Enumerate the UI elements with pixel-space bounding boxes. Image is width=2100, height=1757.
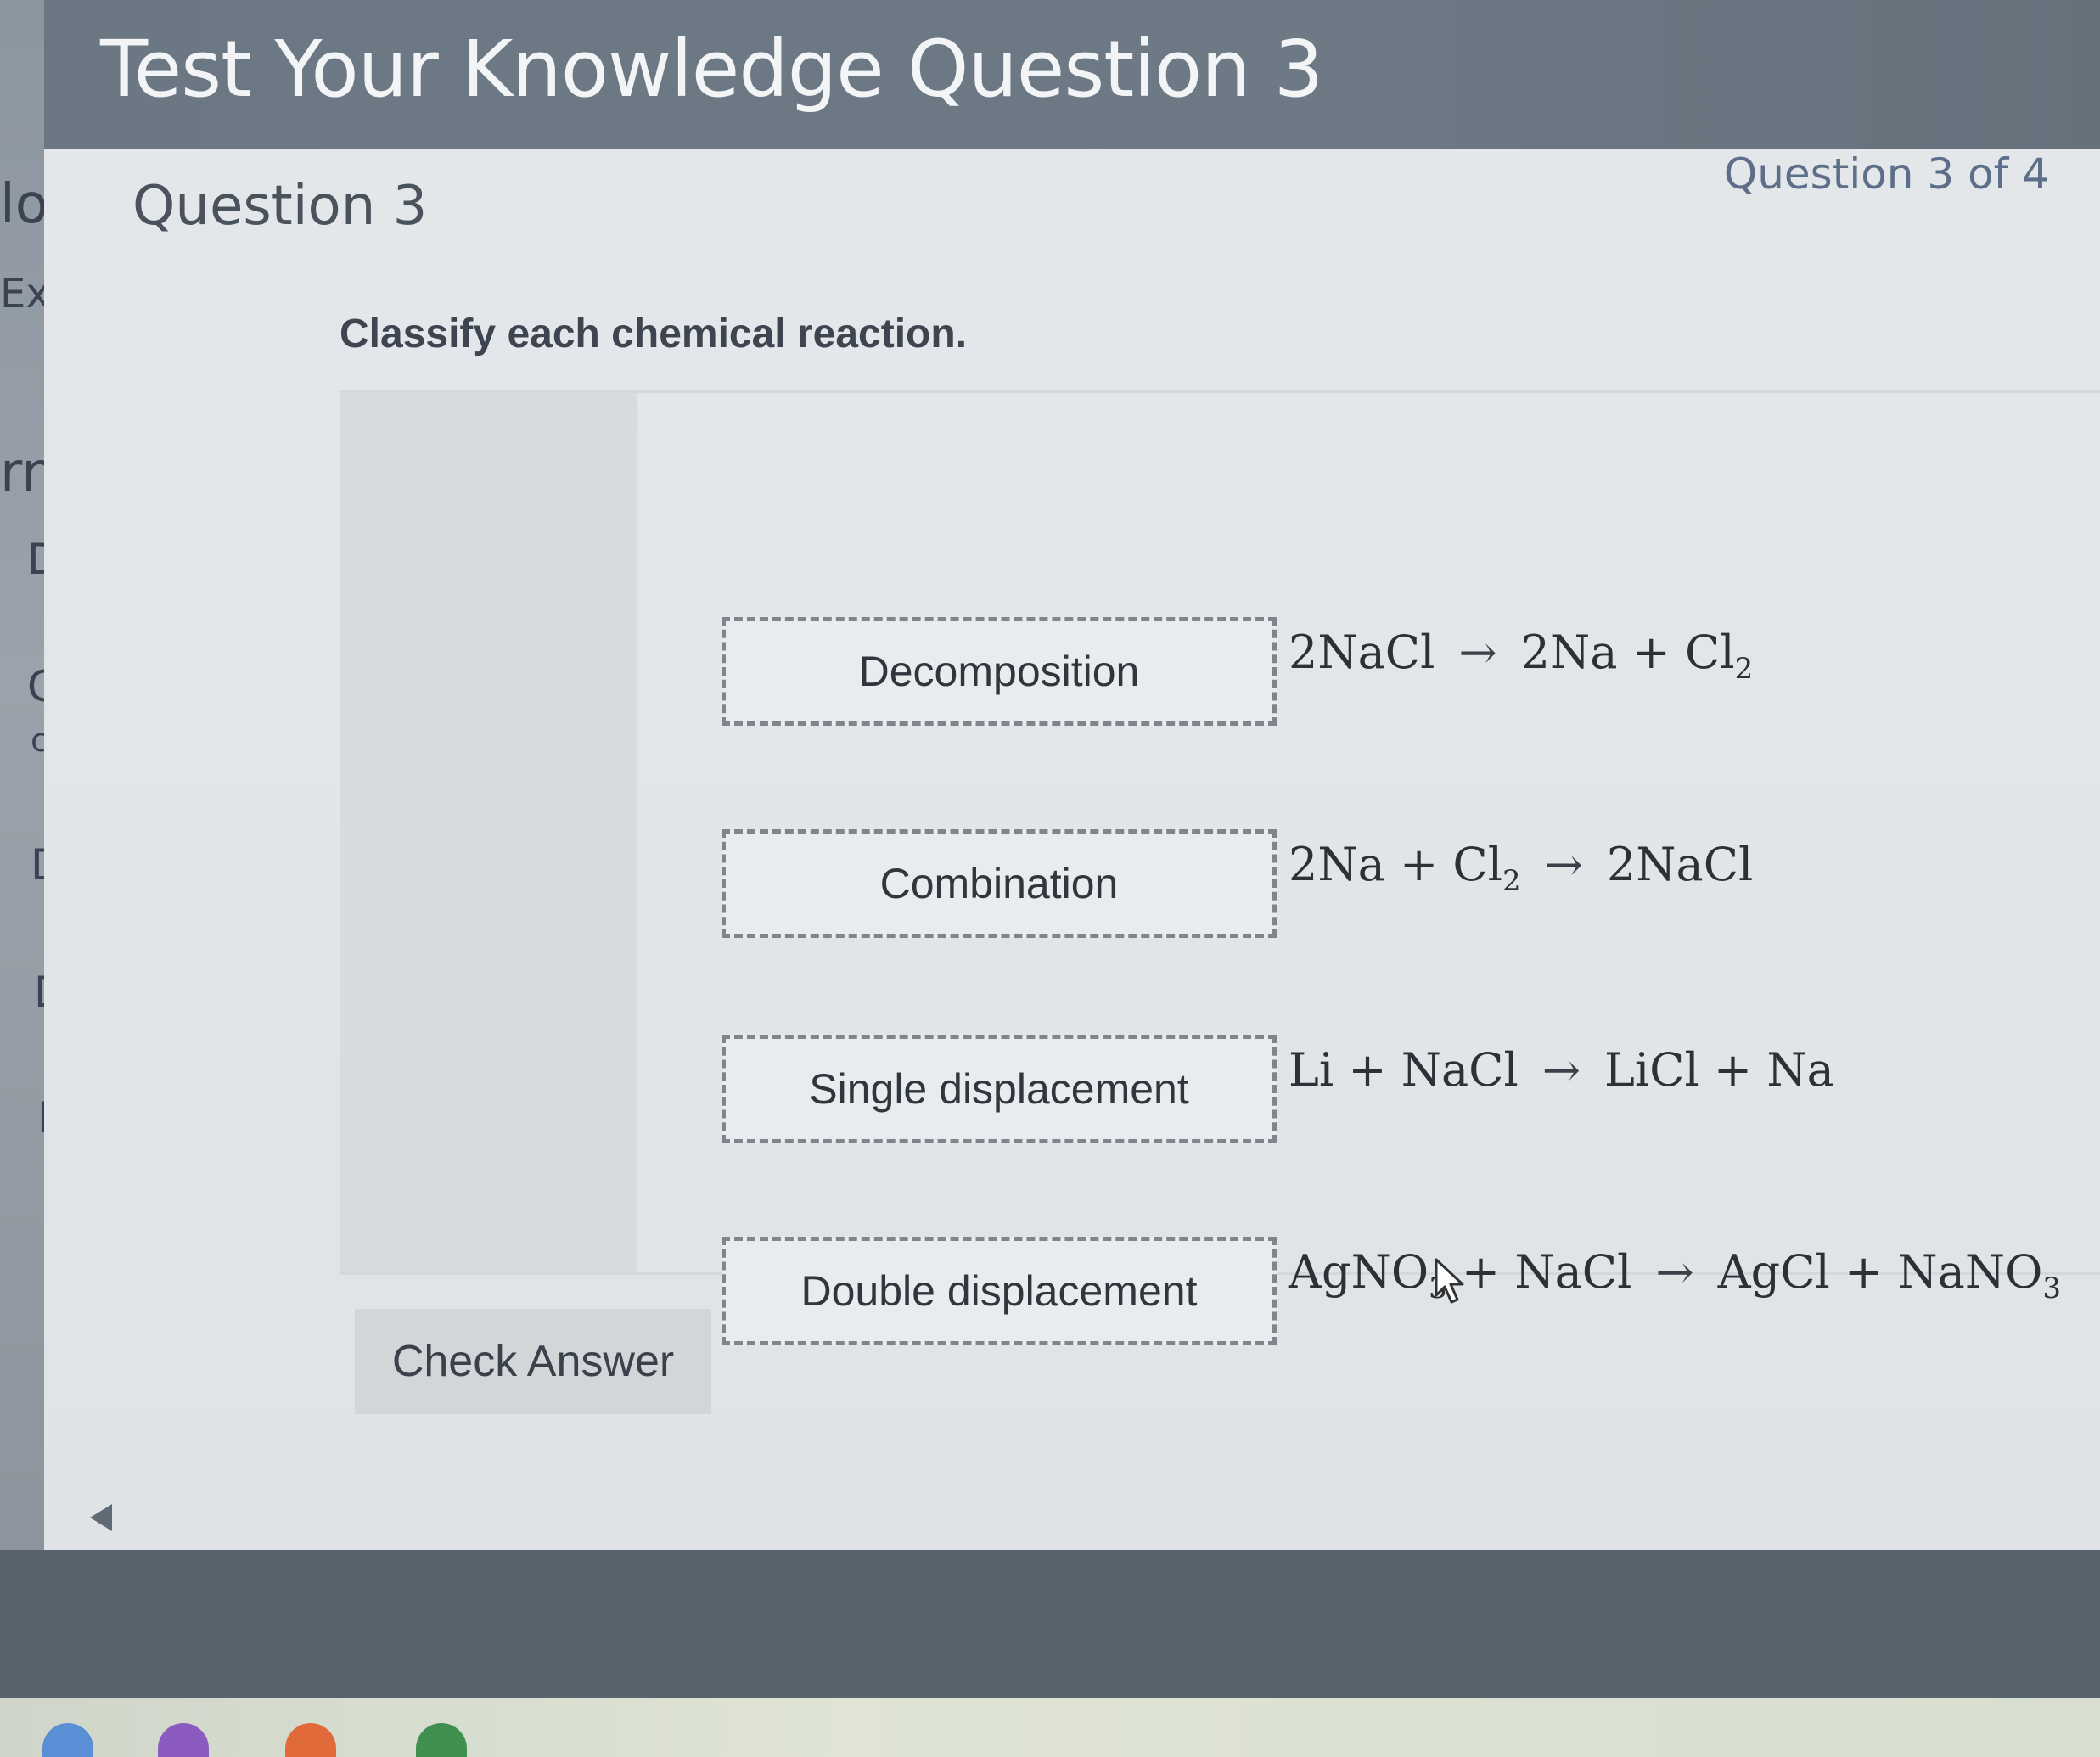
- page-title: Test Your Knowledge Question 3: [100, 24, 1323, 115]
- product: 2NaCl: [1606, 838, 1754, 891]
- subscript: 2: [1734, 651, 1754, 686]
- reaction-equation: AgNO3 + NaCl→AgCl + NaNO3: [1289, 1245, 2061, 1305]
- back-arrow-icon[interactable]: [90, 1504, 112, 1531]
- question-prompt: Classify each chemical reaction.: [340, 312, 968, 356]
- question-progress: Question 3 of 4: [1723, 149, 2049, 199]
- plus-sign: +: [1348, 1043, 1387, 1097]
- plus-sign: +: [1399, 838, 1439, 891]
- reaction-arrow: →: [1541, 1043, 1581, 1097]
- plus-sign: +: [1713, 1043, 1753, 1097]
- taskbar-app-icon[interactable]: [42, 1723, 93, 1757]
- answer-bank[interactable]: [340, 393, 637, 1272]
- reactant: Cl: [1452, 838, 1502, 891]
- subscript: 2: [1502, 863, 1521, 898]
- drop-target-filled[interactable]: Double displacement: [722, 1237, 1277, 1345]
- check-answer-button[interactable]: Check Answer: [355, 1309, 711, 1414]
- mouse-cursor-icon: [1435, 1258, 1464, 1304]
- product: AgCl: [1717, 1245, 1830, 1299]
- product: Cl: [1685, 626, 1735, 679]
- reaction-arrow: →: [1655, 1245, 1694, 1299]
- product: 2Na: [1520, 626, 1618, 679]
- drop-target-filled[interactable]: Decomposition: [722, 617, 1277, 726]
- drop-target-filled[interactable]: Single displacement: [722, 1035, 1277, 1143]
- product: NaNO: [1897, 1245, 2043, 1299]
- plus-sign: +: [1844, 1245, 1884, 1299]
- reaction-arrow: →: [1458, 626, 1497, 679]
- question-panel: Question 3 Question 3 of 4 Classify each…: [44, 149, 2100, 1550]
- page-header: Test Your Knowledge Question 3: [44, 0, 2100, 149]
- sidebar-fragment: lo: [0, 173, 48, 236]
- reaction-equation: Li + NaCl → LiCl + Na: [1289, 1043, 1834, 1097]
- taskbar-app-icon[interactable]: [416, 1723, 467, 1757]
- taskbar-app-icon[interactable]: [158, 1723, 209, 1757]
- reactant: NaCl: [1514, 1245, 1632, 1299]
- drop-target-filled[interactable]: Combination: [722, 829, 1277, 938]
- sidebar-fragment: Ex: [0, 270, 50, 317]
- bottom-band: [0, 1550, 2100, 1698]
- classification-area: Decomposition 2NaCl → 2Na + Cl2 Combinatio…: [340, 390, 2100, 1345]
- reactant: Li: [1289, 1043, 1334, 1097]
- product: LiCl: [1604, 1043, 1699, 1097]
- question-heading: Question 3: [132, 175, 428, 238]
- subscript: 3: [2042, 1271, 2061, 1305]
- product: Na: [1766, 1043, 1834, 1097]
- reactant: NaCl: [1401, 1043, 1519, 1097]
- taskbar-app-icon[interactable]: [285, 1723, 336, 1757]
- plus-sign: +: [1631, 626, 1670, 679]
- taskbar: [0, 1698, 2100, 1757]
- reactant: 2NaCl: [1289, 626, 1435, 679]
- reaction-equation: 2Na + Cl2 → 2NaCl: [1289, 838, 1753, 898]
- reaction-arrow: →: [1544, 838, 1583, 891]
- reactant: AgNO: [1289, 1245, 1429, 1299]
- reaction-equation: 2NaCl → 2Na + Cl2: [1289, 626, 1753, 686]
- reactant: 2Na: [1289, 838, 1385, 891]
